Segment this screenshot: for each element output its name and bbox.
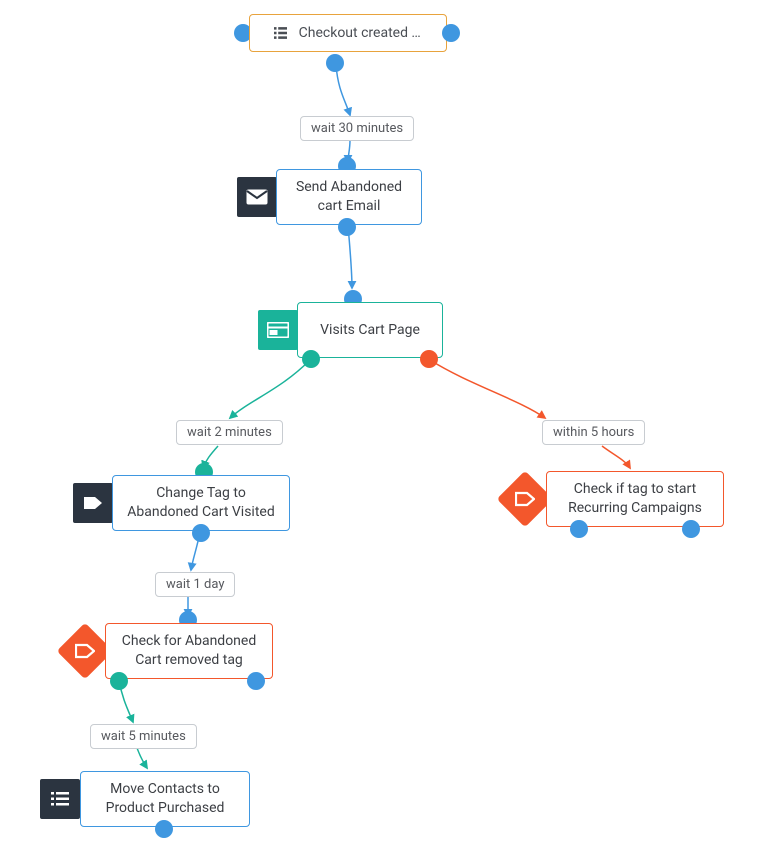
wait-5m-label: wait 5 minutes: [101, 729, 186, 744]
check-tag-diamond: [65, 631, 105, 671]
webpage-icon-badge: [258, 310, 298, 350]
port-bottom: [326, 54, 344, 72]
port-yes: [302, 350, 320, 368]
list-icon-badge: [40, 779, 80, 819]
send-email-node[interactable]: Send Abandoned cart Email: [276, 169, 422, 225]
port-bottom: [192, 524, 210, 542]
port-out-left: [570, 520, 588, 538]
within-5h-label: within 5 hours: [553, 425, 634, 440]
port-bottom: [338, 218, 356, 236]
list-icon: [51, 792, 69, 806]
check-recurring-node[interactable]: Check if tag to start Recurring Campaign…: [546, 471, 724, 527]
check-removed-label: Check for Abandoned Cart removed tag: [118, 632, 260, 670]
workflow-canvas[interactable]: Checkout created … wait 30 minutes Send …: [0, 0, 770, 842]
change-tag-label: Change Tag to Abandoned Cart Visited: [125, 484, 277, 522]
mail-icon: [246, 189, 268, 205]
webpage-icon: [267, 322, 289, 338]
wait-2m-pill[interactable]: wait 2 minutes: [176, 420, 283, 445]
list-icon: [274, 26, 287, 40]
trigger-label: Checkout created …: [297, 24, 422, 43]
check-recurring-label: Check if tag to start Recurring Campaign…: [559, 480, 711, 518]
check-tag-icon: [75, 643, 95, 659]
check-tag-icon: [515, 491, 535, 507]
within-5h-pill[interactable]: within 5 hours: [542, 420, 645, 445]
move-contacts-label: Move Contacts to Product Purchased: [93, 780, 237, 818]
port-right: [442, 24, 460, 42]
wait-30m-label: wait 30 minutes: [311, 121, 403, 136]
mail-icon-badge: [237, 177, 277, 217]
port-out-right: [682, 520, 700, 538]
move-contacts-node[interactable]: Move Contacts to Product Purchased: [80, 771, 250, 827]
visits-cart-label: Visits Cart Page: [310, 321, 430, 340]
wait-5m-pill[interactable]: wait 5 minutes: [90, 724, 197, 749]
port-bottom: [155, 820, 173, 838]
check-tag-diamond: [505, 479, 545, 519]
port-out-right: [247, 672, 265, 690]
wait-1d-pill[interactable]: wait 1 day: [155, 572, 235, 597]
tag-icon-badge: [73, 483, 113, 523]
wait-30m-pill[interactable]: wait 30 minutes: [300, 116, 414, 141]
send-email-label: Send Abandoned cart Email: [289, 178, 409, 216]
change-tag-node[interactable]: Change Tag to Abandoned Cart Visited: [112, 475, 290, 531]
port-no: [420, 350, 438, 368]
check-removed-node[interactable]: Check for Abandoned Cart removed tag: [105, 623, 273, 679]
tag-icon: [83, 495, 103, 511]
trigger-node[interactable]: Checkout created …: [249, 14, 447, 52]
port-yes: [110, 672, 128, 690]
visits-cart-node[interactable]: Visits Cart Page: [297, 302, 443, 358]
wait-1d-label: wait 1 day: [166, 577, 224, 592]
wait-2m-label: wait 2 minutes: [187, 425, 272, 440]
